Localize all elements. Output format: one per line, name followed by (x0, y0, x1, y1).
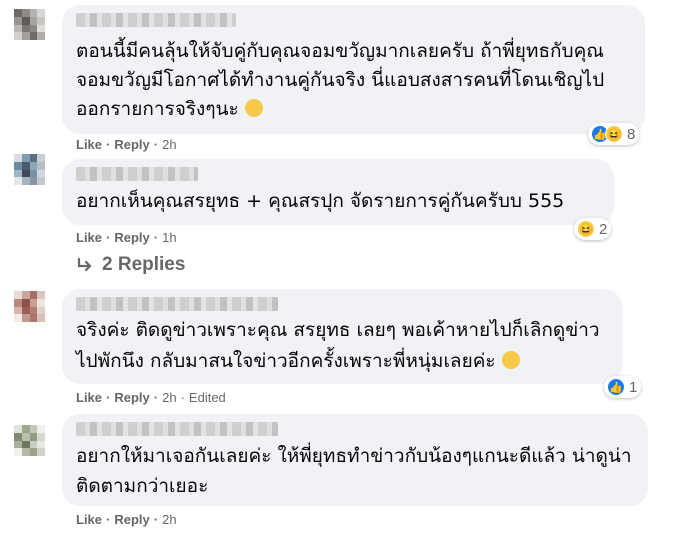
edited-label[interactable]: Edited (189, 390, 226, 405)
comment-bubble: ตอนนี้มีคนลุ้นให้จับคู่กับคุณจอมขวัญมากเ… (62, 5, 645, 134)
author-name[interactable] (76, 422, 278, 436)
author-name[interactable] (76, 167, 198, 181)
timestamp[interactable]: 2h (162, 512, 176, 527)
reaction-count: 8 (627, 125, 636, 143)
timestamp[interactable]: 2h (162, 390, 176, 405)
like-button[interactable]: Like (76, 230, 102, 245)
haha-icon: 😆 (605, 125, 623, 143)
haha-icon: 😆 (577, 220, 595, 238)
comment-bubble: จริงค่ะ ติดดูข่าวเพราะคุณ สรยุทธ เลยๆ พอ… (62, 289, 622, 384)
comment-actions: Like · Reply · 2h (76, 137, 177, 152)
reaction-summary[interactable]: 👍 1 (604, 376, 642, 398)
reply-button[interactable]: Reply (114, 390, 149, 405)
reply-button[interactable]: Reply (114, 230, 149, 245)
comment-text: อยากให้มาเจอกันเลยค่ะ ให้พี่ยุทธทำข่าวกั… (76, 445, 632, 497)
author-name[interactable] (76, 297, 278, 311)
comment-text: อยากเห็นคุณสรยุทธ + คุณสรปุก จัดรายการคู… (76, 190, 565, 212)
like-button[interactable]: Like (76, 137, 102, 152)
reply-button[interactable]: Reply (114, 512, 149, 527)
comment-actions: Like · Reply · 1h (76, 230, 177, 245)
like-button[interactable]: Like (76, 512, 102, 527)
reply-arrow-icon (77, 258, 92, 272)
reply-button[interactable]: Reply (114, 137, 149, 152)
avatar[interactable] (14, 154, 45, 185)
reaction-count: 1 (629, 378, 638, 396)
author-name[interactable] (76, 13, 236, 27)
timestamp[interactable]: 2h (162, 137, 176, 152)
view-replies-link[interactable]: 2 Replies (76, 254, 185, 276)
comment-bubble: อยากเห็นคุณสรยุทธ + คุณสรปุก จัดรายการคู… (62, 159, 614, 225)
reaction-summary[interactable]: 😆 2 (574, 218, 612, 240)
avatar[interactable] (14, 425, 45, 456)
avatar[interactable] (14, 9, 45, 40)
replies-label[interactable]: 2 Replies (102, 254, 185, 276)
comment-actions: Like · Reply · 2h (76, 512, 177, 527)
rolling-laughing-emoji-icon (501, 351, 520, 369)
comment-actions: Like · Reply · 2h · Edited (76, 390, 226, 405)
timestamp[interactable]: 1h (162, 230, 176, 245)
reaction-summary[interactable]: 👍 😆 8 (588, 123, 640, 145)
comment-text: จริงค่ะ ติดดูข่าวเพราะคุณ สรยุทธ เลยๆ พอ… (76, 319, 600, 372)
comment-text: ตอนนี้มีคนลุ้นให้จับคู่กับคุณจอมขวัญมากเ… (76, 40, 605, 120)
like-icon: 👍 (607, 378, 625, 396)
like-button[interactable]: Like (76, 390, 102, 405)
grinning-emoji-icon (244, 99, 263, 117)
reaction-count: 2 (599, 220, 608, 238)
avatar[interactable] (14, 291, 45, 322)
comment-bubble: อยากให้มาเจอกันเลยค่ะ ให้พี่ยุทธทำข่าวกั… (62, 414, 648, 506)
